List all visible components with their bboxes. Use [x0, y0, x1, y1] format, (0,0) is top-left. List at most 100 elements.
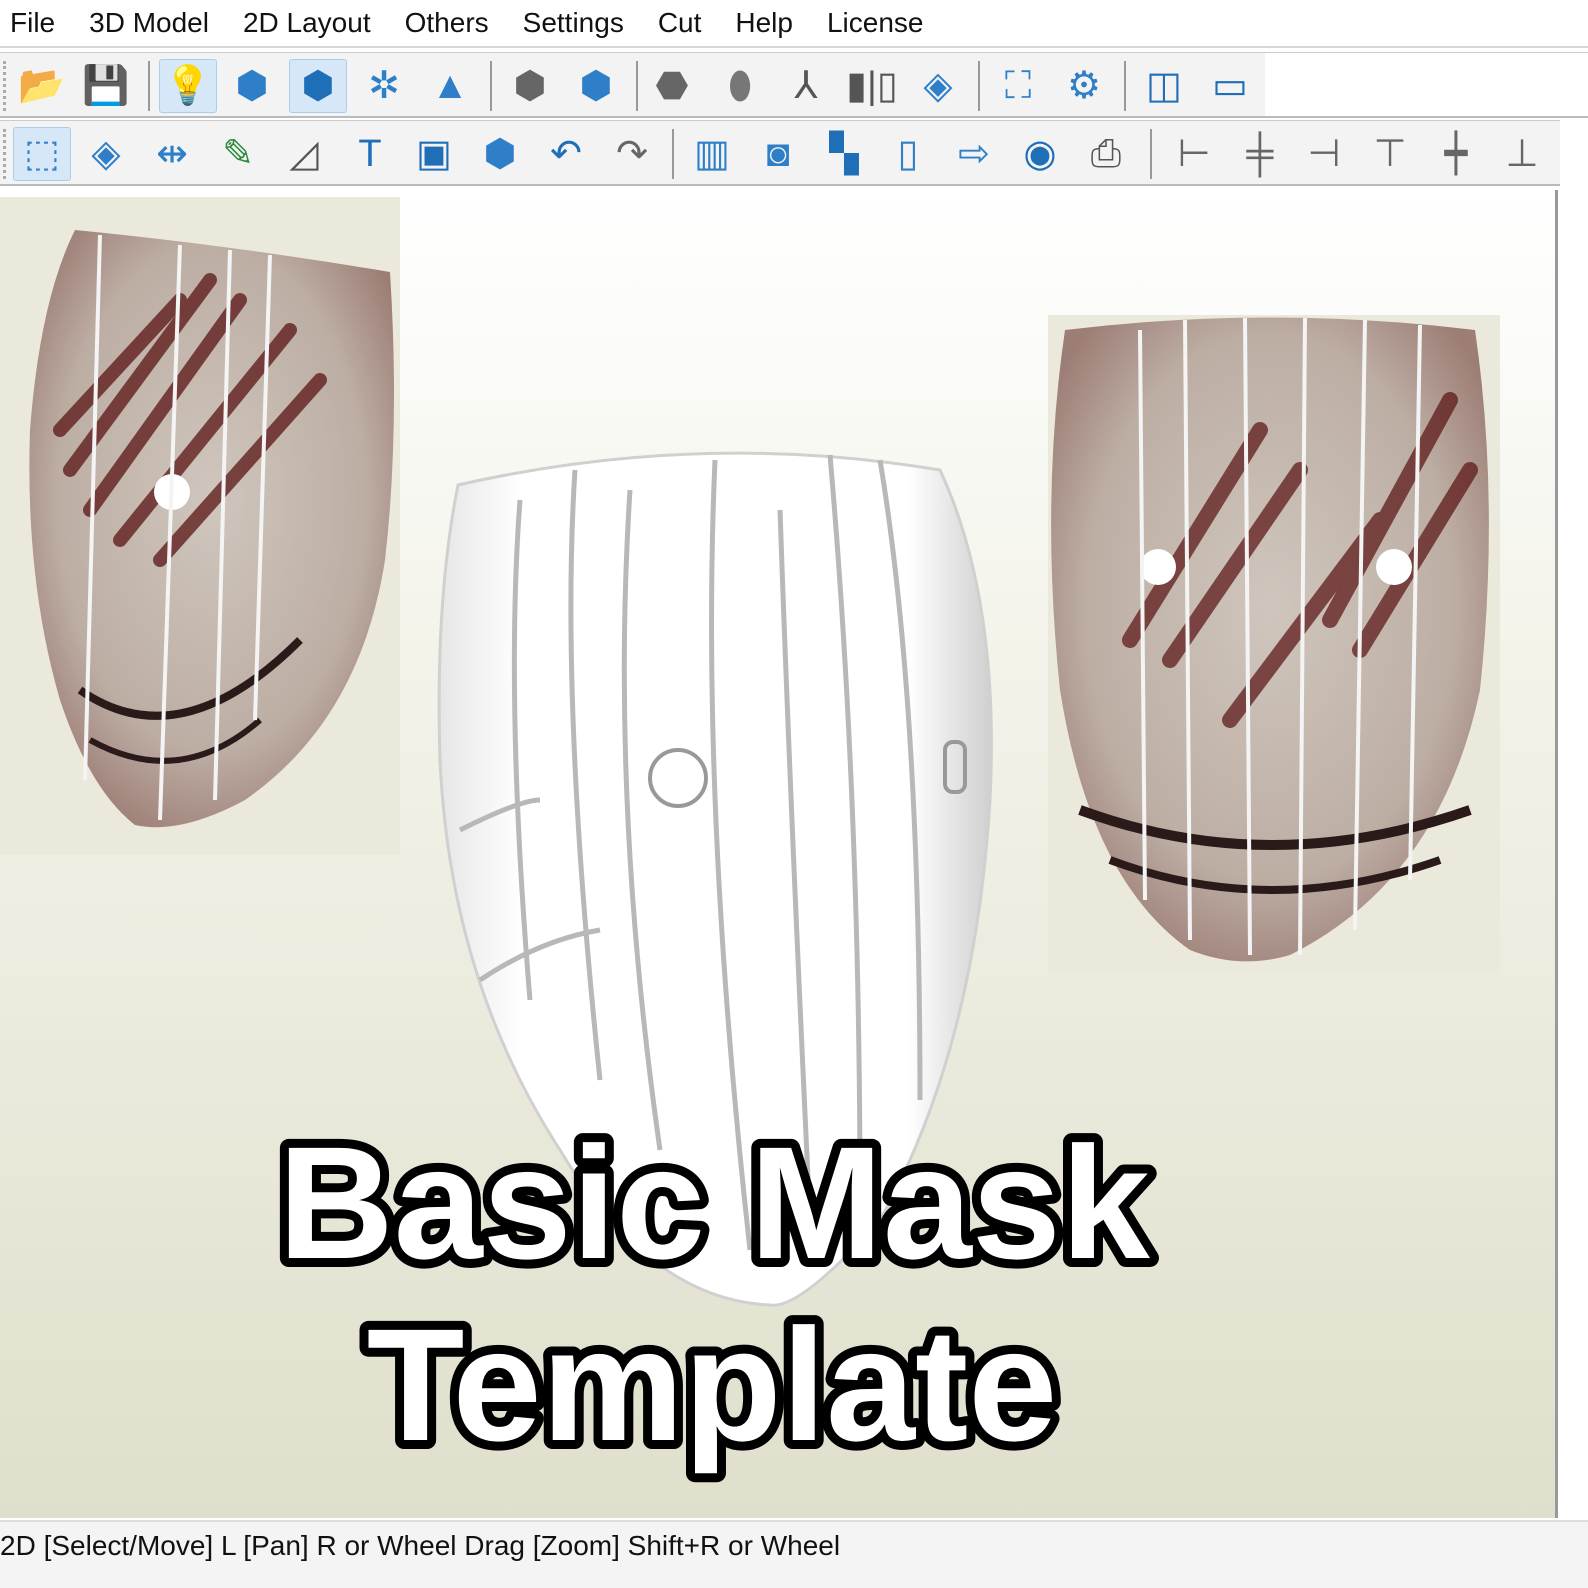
toolbar-separator [978, 61, 980, 111]
redo-button[interactable]: ↷ [603, 127, 661, 181]
menu-cut[interactable]: Cut [658, 7, 702, 39]
menu-file[interactable]: File [10, 7, 55, 39]
textured-mask-front-view[interactable] [1048, 315, 1500, 975]
fit-settings-button[interactable]: ⚙ [1055, 59, 1113, 113]
box-button[interactable]: ⬢ [471, 127, 529, 181]
zoom-fit-button[interactable]: ◙ [749, 127, 807, 181]
mirror-icon: ▮|▯ [846, 65, 898, 107]
open-folder-icon: 📂 [18, 65, 66, 107]
save-button[interactable]: 💾 [77, 59, 135, 113]
zoom-fit-icon: ◙ [766, 133, 790, 175]
wireframe-icon: ✲ [368, 65, 400, 107]
rotate-part-icon: ◈ [91, 133, 121, 175]
overlay-title-line1: Basic Mask [278, 1113, 1151, 1292]
draw-line-button[interactable]: ✎ [209, 127, 267, 181]
pyramid-icon: ▲ [431, 65, 469, 107]
align-right-icon: ⊣ [1307, 133, 1341, 175]
canvas-drawing: Basic Mask Template [0, 197, 1500, 1483]
select-part-button[interactable]: ⬢ [567, 59, 625, 113]
toolbar-grip[interactable] [3, 129, 6, 179]
menu-others[interactable]: Others [405, 7, 489, 39]
solid-cube-button[interactable]: ⬢ [289, 59, 347, 113]
unfold-button[interactable]: ▥ [683, 127, 741, 181]
single-view-icon: ▭ [1212, 65, 1248, 107]
textured-mask-side-view[interactable] [0, 197, 400, 855]
select-face-button[interactable]: ⬢ [501, 59, 559, 113]
export-icon: ⇨ [958, 133, 990, 175]
align-right-button[interactable]: ⊣ [1295, 127, 1353, 181]
fit-settings-icon: ⚙ [1066, 65, 1102, 107]
rotate-part-button[interactable]: ◈ [77, 127, 135, 181]
fit-view-icon: ⛶ [1004, 65, 1032, 107]
toolbar-separator [672, 129, 674, 179]
page-number-button[interactable]: ▯ [879, 127, 937, 181]
menu-bar: File 3D Model 2D Layout Others Settings Cut He… [0, 0, 1588, 48]
menu-settings[interactable]: Settings [523, 7, 624, 39]
undo-button[interactable]: ↶ [537, 127, 595, 181]
extrude-button[interactable]: ⬣ [643, 59, 701, 113]
menu-help[interactable]: Help [735, 7, 793, 39]
axis-button[interactable]: ⅄ [777, 59, 835, 113]
align-middle-icon: ┿ [1444, 133, 1468, 175]
export-button[interactable]: ⇨ [945, 127, 1003, 181]
solid-cube-icon: ⬢ [301, 65, 335, 107]
mirror-button[interactable]: ▮|▯ [843, 59, 901, 113]
box-icon: ⬢ [483, 133, 517, 175]
arrange-icon: ▚ [829, 133, 859, 175]
texture-cubes-icon: ⬢ [235, 65, 269, 107]
print-button[interactable]: ⎙ [1077, 127, 1135, 181]
clipboard-button[interactable]: ◉ [1011, 127, 1069, 181]
align-left-button[interactable]: ⊢ [1165, 127, 1223, 181]
wireframe-button[interactable]: ✲ [355, 59, 413, 113]
align-top-icon: ⊤ [1373, 133, 1407, 175]
overlay-title-line2: Template [367, 1295, 1058, 1474]
toolbar-separator [490, 61, 492, 111]
align-left-icon: ⊢ [1177, 133, 1211, 175]
menu-2d-layout[interactable]: 2D Layout [243, 7, 371, 39]
toolbar-separator [636, 61, 638, 111]
lightbulb-button[interactable]: 💡 [159, 59, 217, 113]
join-parts-button[interactable]: ⇹ [143, 127, 201, 181]
toolbar-3d: 📂 💾 💡 ⬢ ⬢ ✲ ▲ ⬢ ⬢ ⬣ ⬮ ⅄ ▮|▯ ◈ ⛶ ⚙ ◫ ▭ [0, 52, 1265, 118]
align-middle-button[interactable]: ┿ [1427, 127, 1485, 181]
unfold-icon: ▥ [694, 133, 730, 175]
redo-icon: ↷ [616, 133, 648, 175]
align-bottom-icon: ⊥ [1505, 133, 1539, 175]
align-top-button[interactable]: ⊤ [1361, 127, 1419, 181]
cylinder-button[interactable]: ⬮ [711, 59, 769, 113]
open-folder-button[interactable]: 📂 [13, 59, 71, 113]
status-bar: 2D [Select/Move] L [Pan] R or Wheel Drag… [0, 1520, 1588, 1588]
split-view-button[interactable]: ◫ [1135, 59, 1193, 113]
rotate-view-icon: ◈ [923, 65, 953, 107]
align-center-icon: ╪ [1246, 133, 1274, 175]
image-button[interactable]: ▣ [405, 127, 463, 181]
align-bottom-button[interactable]: ⊥ [1493, 127, 1551, 181]
toolbar-2d: ⬚ ◈ ⇹ ✎ ◿ T ▣ ⬢ ↶ ↷ ▥ ◙ ▚ ▯ ⇨ ◉ ⎙ ⊢ ╪ ⊣ ⊤ ┿ ⊥ [0, 120, 1560, 186]
menu-3d-model[interactable]: 3D Model [89, 7, 209, 39]
fold-line-icon: ◿ [289, 133, 319, 175]
menu-license[interactable]: License [827, 7, 924, 39]
vertical-scrollbar[interactable] [1555, 190, 1588, 1518]
join-parts-icon: ⇹ [156, 133, 188, 175]
select-part-icon: ⬢ [579, 65, 613, 107]
viewport-2d-canvas[interactable]: Basic Mask Template [0, 190, 1555, 1518]
fold-line-button[interactable]: ◿ [275, 127, 333, 181]
rotate-view-button[interactable]: ◈ [909, 59, 967, 113]
single-view-button[interactable]: ▭ [1201, 59, 1259, 113]
toolbar-grip[interactable] [3, 61, 6, 111]
split-view-icon: ◫ [1146, 65, 1182, 107]
axis-icon: ⅄ [794, 65, 818, 107]
align-center-button[interactable]: ╪ [1231, 127, 1289, 181]
text-icon: T [358, 133, 382, 175]
texture-cubes-button[interactable]: ⬢ [223, 59, 281, 113]
arrange-button[interactable]: ▚ [815, 127, 873, 181]
extrude-icon: ⬣ [655, 65, 689, 107]
pyramid-button[interactable]: ▲ [421, 59, 479, 113]
fit-view-button[interactable]: ⛶ [989, 59, 1047, 113]
lightbulb-icon: 💡 [164, 65, 212, 107]
cylinder-icon: ⬮ [728, 65, 752, 107]
select-move-icon: ⬚ [24, 133, 60, 175]
toolbar-separator [148, 61, 150, 111]
text-button[interactable]: T [341, 127, 399, 181]
select-move-button[interactable]: ⬚ [13, 127, 71, 181]
